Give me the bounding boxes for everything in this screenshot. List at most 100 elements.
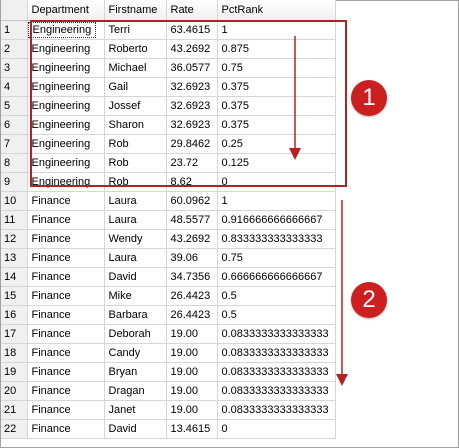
rate-cell[interactable]: 34.7356 bbox=[166, 267, 218, 287]
row-number-cell[interactable]: 10 bbox=[1, 191, 28, 211]
table-row[interactable]: 19 Finance Bryan 19.00 0.0833333333333333 bbox=[1, 362, 336, 382]
department-cell[interactable]: Engineering bbox=[27, 77, 105, 97]
row-number-cell[interactable]: 6 bbox=[1, 115, 28, 135]
pctrank-cell[interactable]: 0.875 bbox=[217, 39, 336, 59]
pctrank-cell[interactable]: 0.375 bbox=[217, 96, 336, 116]
rate-cell[interactable]: 39.06 bbox=[166, 248, 218, 268]
row-number-cell[interactable]: 1 bbox=[1, 20, 28, 40]
row-number-cell[interactable]: 17 bbox=[1, 324, 28, 344]
rate-cell[interactable]: 63.4615 bbox=[166, 20, 218, 40]
rate-cell[interactable]: 32.6923 bbox=[166, 96, 218, 116]
department-cell[interactable]: Engineering bbox=[27, 58, 105, 78]
department-cell[interactable]: Engineering bbox=[27, 20, 105, 40]
row-number-cell[interactable]: 11 bbox=[1, 210, 28, 230]
row-number-cell[interactable]: 2 bbox=[1, 39, 28, 59]
row-number-cell[interactable]: 5 bbox=[1, 96, 28, 116]
firstname-cell[interactable]: Michael bbox=[104, 58, 167, 78]
table-row[interactable]: 15 Finance Mike 26.4423 0.5 bbox=[1, 286, 336, 306]
rate-cell[interactable]: 8.62 bbox=[166, 172, 218, 192]
pctrank-cell[interactable]: 0.0833333333333333 bbox=[217, 343, 336, 363]
department-cell[interactable]: Engineering bbox=[27, 115, 105, 135]
department-cell[interactable]: Engineering bbox=[27, 39, 105, 59]
department-cell[interactable]: Finance bbox=[27, 343, 105, 363]
table-row[interactable]: 8 Engineering Rob 23.72 0.125 bbox=[1, 153, 336, 173]
pctrank-cell[interactable]: 0.25 bbox=[217, 134, 336, 154]
table-row[interactable]: 12 Finance Wendy 43.2692 0.833333333333333 bbox=[1, 229, 336, 249]
row-number-cell[interactable]: 15 bbox=[1, 286, 28, 306]
firstname-cell[interactable]: Janet bbox=[104, 400, 167, 420]
pctrank-cell[interactable]: 0.75 bbox=[217, 248, 336, 268]
row-number-cell[interactable]: 16 bbox=[1, 305, 28, 325]
department-cell[interactable]: Finance bbox=[27, 229, 105, 249]
pctrank-cell[interactable]: 1 bbox=[217, 20, 336, 40]
firstname-cell[interactable]: Terri bbox=[104, 20, 167, 40]
firstname-cell[interactable]: David bbox=[104, 267, 167, 287]
row-number-cell[interactable]: 14 bbox=[1, 267, 28, 287]
column-header-department[interactable]: Department bbox=[27, 0, 105, 21]
row-number-cell[interactable]: 8 bbox=[1, 153, 28, 173]
department-cell[interactable]: Finance bbox=[27, 419, 105, 439]
column-header-pctrank[interactable]: PctRank bbox=[217, 0, 336, 21]
rate-cell[interactable]: 26.4423 bbox=[166, 305, 218, 325]
department-cell[interactable]: Finance bbox=[27, 381, 105, 401]
row-number-cell[interactable]: 21 bbox=[1, 400, 28, 420]
department-cell[interactable]: Finance bbox=[27, 267, 105, 287]
rate-cell[interactable]: 19.00 bbox=[166, 400, 218, 420]
table-row[interactable]: 1 Engineering Terri 63.4615 1 bbox=[1, 20, 336, 40]
department-cell[interactable]: Engineering bbox=[27, 172, 105, 192]
rate-cell[interactable]: 13.4615 bbox=[166, 419, 218, 439]
table-row[interactable]: 2 Engineering Roberto 43.2692 0.875 bbox=[1, 39, 336, 59]
firstname-cell[interactable]: Barbara bbox=[104, 305, 167, 325]
pctrank-cell[interactable]: 1 bbox=[217, 191, 336, 211]
rate-cell[interactable]: 19.00 bbox=[166, 324, 218, 344]
department-cell[interactable]: Finance bbox=[27, 210, 105, 230]
row-number-cell[interactable]: 4 bbox=[1, 77, 28, 97]
department-cell[interactable]: Finance bbox=[27, 286, 105, 306]
table-row[interactable]: 11 Finance Laura 48.5577 0.916666666666667 bbox=[1, 210, 336, 230]
row-number-cell[interactable]: 22 bbox=[1, 419, 28, 439]
row-number-cell[interactable]: 20 bbox=[1, 381, 28, 401]
pctrank-cell[interactable]: 0.0833333333333333 bbox=[217, 400, 336, 420]
rate-cell[interactable]: 19.00 bbox=[166, 381, 218, 401]
table-row[interactable]: 13 Finance Laura 39.06 0.75 bbox=[1, 248, 336, 268]
firstname-cell[interactable]: Dragan bbox=[104, 381, 167, 401]
pctrank-cell[interactable]: 0.375 bbox=[217, 77, 336, 97]
rate-cell[interactable]: 48.5577 bbox=[166, 210, 218, 230]
firstname-cell[interactable]: Gail bbox=[104, 77, 167, 97]
department-cell[interactable]: Engineering bbox=[27, 96, 105, 116]
table-row[interactable]: 3 Engineering Michael 36.0577 0.75 bbox=[1, 58, 336, 78]
firstname-cell[interactable]: Bryan bbox=[104, 362, 167, 382]
table-row[interactable]: 16 Finance Barbara 26.4423 0.5 bbox=[1, 305, 336, 325]
row-number-cell[interactable]: 9 bbox=[1, 172, 28, 192]
firstname-cell[interactable]: Candy bbox=[104, 343, 167, 363]
table-row[interactable]: 20 Finance Dragan 19.00 0.0833333333333333 bbox=[1, 381, 336, 401]
department-cell[interactable]: Finance bbox=[27, 362, 105, 382]
rate-cell[interactable]: 19.00 bbox=[166, 343, 218, 363]
firstname-cell[interactable]: Laura bbox=[104, 248, 167, 268]
row-number-header[interactable] bbox=[1, 0, 28, 21]
firstname-cell[interactable]: Rob bbox=[104, 153, 167, 173]
department-cell[interactable]: Engineering bbox=[27, 134, 105, 154]
firstname-cell[interactable]: Laura bbox=[104, 191, 167, 211]
rate-cell[interactable]: 19.00 bbox=[166, 362, 218, 382]
table-row[interactable]: 22 Finance David 13.4615 0 bbox=[1, 419, 336, 439]
table-row[interactable]: 4 Engineering Gail 32.6923 0.375 bbox=[1, 77, 336, 97]
pctrank-cell[interactable]: 0.666666666666667 bbox=[217, 267, 336, 287]
table-row[interactable]: 10 Finance Laura 60.0962 1 bbox=[1, 191, 336, 211]
department-cell[interactable]: Finance bbox=[27, 324, 105, 344]
rate-cell[interactable]: 26.4423 bbox=[166, 286, 218, 306]
row-number-cell[interactable]: 13 bbox=[1, 248, 28, 268]
pctrank-cell[interactable]: 0.916666666666667 bbox=[217, 210, 336, 230]
rate-cell[interactable]: 43.2692 bbox=[166, 229, 218, 249]
pctrank-cell[interactable]: 0.375 bbox=[217, 115, 336, 135]
pctrank-cell[interactable]: 0.125 bbox=[217, 153, 336, 173]
row-number-cell[interactable]: 3 bbox=[1, 58, 28, 78]
pctrank-cell[interactable]: 0.0833333333333333 bbox=[217, 381, 336, 401]
row-number-cell[interactable]: 7 bbox=[1, 134, 28, 154]
pctrank-cell[interactable]: 0.833333333333333 bbox=[217, 229, 336, 249]
firstname-cell[interactable]: Rob bbox=[104, 172, 167, 192]
firstname-cell[interactable]: Deborah bbox=[104, 324, 167, 344]
rate-cell[interactable]: 43.2692 bbox=[166, 39, 218, 59]
row-number-cell[interactable]: 19 bbox=[1, 362, 28, 382]
table-row[interactable]: 5 Engineering Jossef 32.6923 0.375 bbox=[1, 96, 336, 116]
